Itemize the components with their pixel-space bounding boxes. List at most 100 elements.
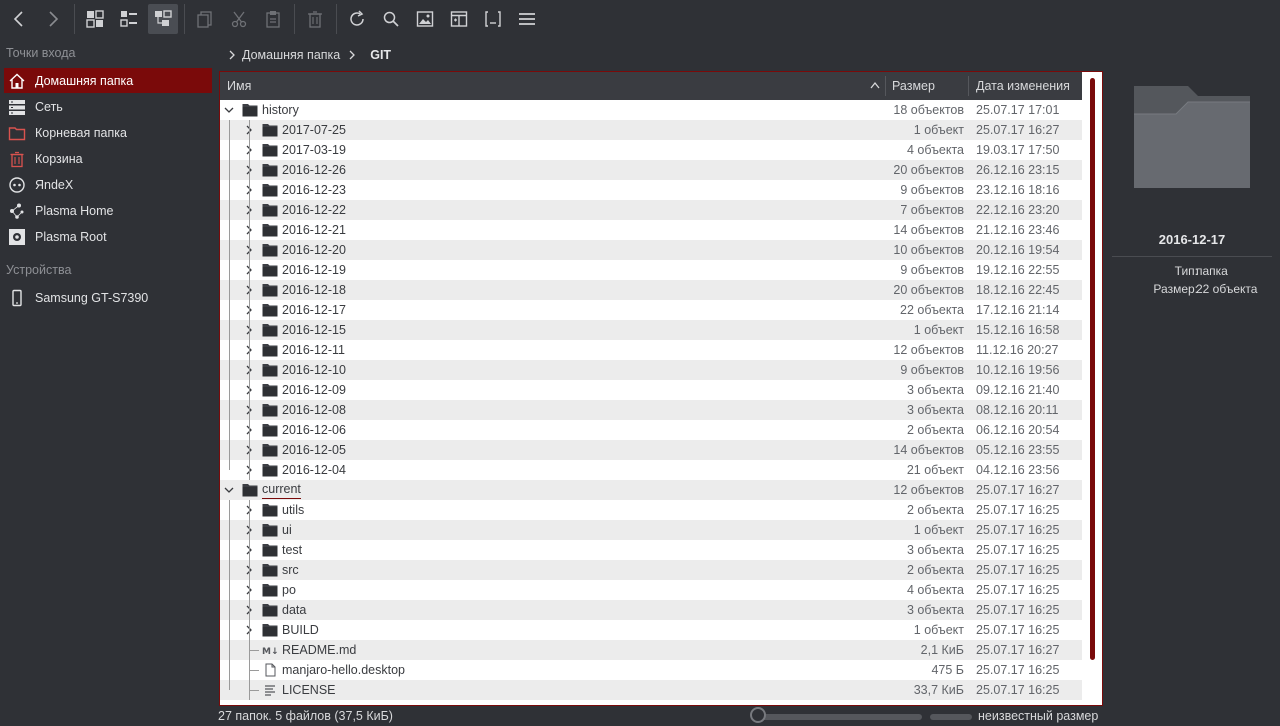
file-row[interactable]: manjaro-hello.desktop 475 Б 25.07.17 16:25	[220, 660, 1082, 680]
split-view-icon[interactable]	[444, 4, 474, 34]
folder-row[interactable]: data 3 объекта 25.07.17 16:25	[220, 600, 1082, 620]
file-size: 1 объект	[913, 523, 964, 537]
tree-view-icon[interactable]	[148, 4, 178, 34]
folder-icon	[262, 203, 278, 217]
zoom-slider[interactable]	[752, 714, 922, 720]
folder-row[interactable]: 2016-12-18 20 объектов 18.12.16 22:45	[220, 280, 1082, 300]
folder-row[interactable]: test 3 объекта 25.07.17 16:25	[220, 540, 1082, 560]
forward-icon[interactable]	[38, 4, 68, 34]
file-size: 3 объекта	[906, 543, 964, 557]
file-name: 2016-12-11	[282, 343, 346, 357]
details-view-icon[interactable]	[114, 4, 144, 34]
search-icon[interactable]	[376, 4, 406, 34]
file-name: 2016-12-17	[282, 303, 346, 317]
folder-row[interactable]: utils 2 объекта 25.07.17 16:25	[220, 500, 1082, 520]
folder-row[interactable]: 2016-12-04 21 объект 04.12.16 23:56	[220, 460, 1082, 480]
folder-row[interactable]: history 18 объектов 25.07.17 17:01	[220, 100, 1082, 120]
file-name: 2016-12-04	[282, 463, 346, 477]
back-icon[interactable]	[4, 4, 34, 34]
column-divider[interactable]	[968, 76, 969, 96]
chevron-down-icon[interactable]	[224, 485, 234, 495]
sort-ascending-icon[interactable]	[870, 81, 880, 91]
file-row[interactable]: LICENSE 33,7 КиБ 25.07.17 16:25	[220, 680, 1082, 700]
reload-icon[interactable]	[342, 4, 372, 34]
file-size: 7 объектов	[900, 203, 964, 217]
file-date: 23.12.16 18:16	[976, 183, 1060, 197]
preview-icon[interactable]	[410, 4, 440, 34]
folder-row[interactable]: 2016-12-26 20 объектов 26.12.16 23:15	[220, 160, 1082, 180]
column-date-header[interactable]: Дата изменения	[976, 72, 1070, 100]
file-size: 12 объектов	[893, 343, 964, 357]
file-date: 25.07.17 16:25	[976, 503, 1060, 517]
file-row[interactable]: M↓ README.md 2,1 КиБ 25.07.17 16:27	[220, 640, 1082, 660]
chevron-down-icon[interactable]	[224, 105, 234, 115]
home-icon	[7, 71, 27, 91]
file-name: 2016-12-08	[282, 403, 346, 417]
file-name: 2016-12-22	[282, 203, 346, 217]
folder-row[interactable]: 2016-12-05 14 объектов 05.12.16 23:55	[220, 440, 1082, 460]
sidebar-item-trash[interactable]: Корзина	[4, 146, 212, 171]
folder-row[interactable]: current 12 объектов 25.07.17 16:27	[220, 480, 1082, 500]
menu-icon[interactable]	[512, 4, 542, 34]
folder-row[interactable]: 2016-12-23 9 объектов 23.12.16 18:16	[220, 180, 1082, 200]
folder-row[interactable]: 2016-12-09 3 объекта 09.12.16 21:40	[220, 380, 1082, 400]
breadcrumb-home[interactable]: Домашняя папка	[242, 48, 340, 62]
file-date: 25.07.17 16:25	[976, 583, 1060, 597]
paste-icon[interactable]	[258, 4, 288, 34]
status-summary: 27 папок. 5 файлов (37,5 КиБ)	[218, 709, 393, 723]
folder-icon	[262, 223, 278, 237]
file-name: BUILD	[282, 623, 319, 637]
folder-icon	[262, 583, 278, 597]
folder-icon	[262, 523, 278, 537]
file-date: 25.07.17 16:27	[976, 643, 1060, 657]
sidebar-item-plasma-root[interactable]: Plasma Root	[4, 224, 212, 249]
sidebar-item-home[interactable]: Домашняя папка	[4, 68, 212, 93]
file-view[interactable]: Имя Размер Дата изменения history 18 объе…	[219, 71, 1103, 706]
folder-row[interactable]: src 2 объекта 25.07.17 16:25	[220, 560, 1082, 580]
column-size-header[interactable]: Размер	[892, 72, 935, 100]
tree-guide-line	[249, 120, 250, 480]
sidebar-item-yandex[interactable]: ЯndeX	[4, 172, 212, 197]
zoom-slider-handle[interactable]	[750, 707, 766, 723]
folder-row[interactable]: 2017-07-25 1 объект 25.07.17 16:27	[220, 120, 1082, 140]
folder-row[interactable]: 2016-12-08 3 объекта 08.12.16 20:11	[220, 400, 1082, 420]
folder-row[interactable]: 2016-12-17 22 объекта 17.12.16 21:14	[220, 300, 1082, 320]
info-divider	[1112, 256, 1272, 257]
file-date: 25.07.17 16:27	[976, 483, 1060, 497]
scrollbar-thumb[interactable]	[1090, 78, 1095, 660]
folder-row[interactable]: 2016-12-06 2 объекта 06.12.16 20:54	[220, 420, 1082, 440]
file-date: 25.07.17 17:01	[976, 103, 1060, 117]
folder-row[interactable]: po 4 объекта 25.07.17 16:25	[220, 580, 1082, 600]
file-size: 10 объектов	[893, 243, 964, 257]
sidebar-item-network[interactable]: Сеть	[4, 94, 212, 119]
copy-icon[interactable]	[190, 4, 220, 34]
toolbar-separator	[74, 4, 75, 34]
sidebar-item-samsung[interactable]: Samsung GT-S7390	[4, 285, 212, 310]
file-date: 08.12.16 20:11	[976, 403, 1059, 417]
cut-icon[interactable]	[224, 4, 254, 34]
column-name-header[interactable]: Имя	[227, 72, 251, 100]
file-name: README.md	[282, 643, 357, 657]
folder-row[interactable]: ui 1 объект 25.07.17 16:25	[220, 520, 1082, 540]
folder-row[interactable]: 2016-12-19 9 объектов 19.12.16 22:55	[220, 260, 1082, 280]
free-space-bar	[930, 714, 972, 720]
terminal-icon[interactable]	[478, 4, 508, 34]
folder-row[interactable]: 2017-03-19 4 объекта 19.03.17 17:50	[220, 140, 1082, 160]
file-date: 17.12.16 21:14	[976, 303, 1060, 317]
file-size: 2 объекта	[906, 503, 964, 517]
sidebar-item-root[interactable]: Корневая папка	[4, 120, 212, 145]
delete-icon[interactable]	[300, 4, 330, 34]
folder-row[interactable]: BUILD 1 объект 25.07.17 16:25	[220, 620, 1082, 640]
column-divider[interactable]	[885, 76, 886, 96]
sidebar-item-plasma-home[interactable]: Plasma Home	[4, 198, 212, 223]
folder-icon	[262, 543, 278, 557]
folder-row[interactable]: 2016-12-11 12 объектов 11.12.16 20:27	[220, 340, 1082, 360]
folder-row[interactable]: 2016-12-10 9 объектов 10.12.16 19:56	[220, 360, 1082, 380]
file-name: 2016-12-19	[282, 263, 346, 277]
folder-row[interactable]: 2016-12-15 1 объект 15.12.16 16:58	[220, 320, 1082, 340]
breadcrumb-current[interactable]: GIT	[370, 48, 391, 62]
folder-row[interactable]: 2016-12-21 14 объектов 21.12.16 23:46	[220, 220, 1082, 240]
icons-view-icon[interactable]	[80, 4, 110, 34]
folder-row[interactable]: 2016-12-22 7 объектов 22.12.16 23:20	[220, 200, 1082, 220]
folder-row[interactable]: 2016-12-20 10 объектов 20.12.16 19:54	[220, 240, 1082, 260]
